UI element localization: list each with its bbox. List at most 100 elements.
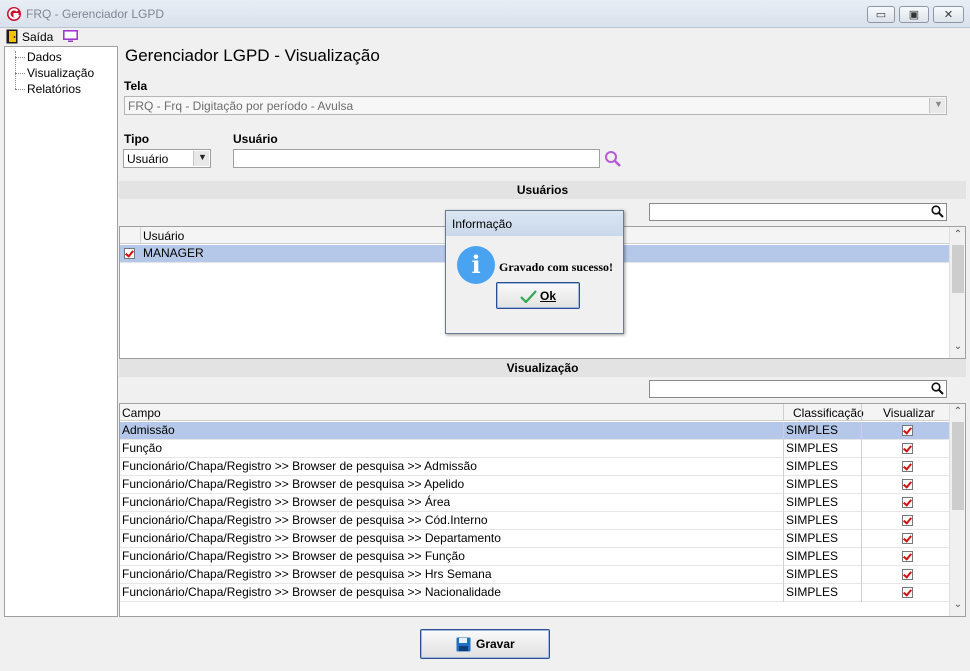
usuario-label: Usuário [233,132,278,146]
minimize-icon: ▭ [875,9,887,21]
scroll-down-icon[interactable]: ⌄ [950,341,966,352]
table-row[interactable]: Admissão SIMPLES [120,422,949,440]
tree-item-relatorios[interactable]: Relatórios [27,82,81,96]
campo-cell: Funcionário/Chapa/Registro >> Browser de… [122,531,501,545]
tela-select[interactable]: FRQ - Frq - Digitação por período - Avul… [124,96,947,115]
exit-door-icon[interactable] [6,29,18,44]
tipo-label: Tipo [124,132,150,146]
tela-label: Tela [124,79,148,93]
visualizar-checkbox[interactable] [902,479,913,490]
visualizar-checkbox[interactable] [902,569,913,580]
scroll-thumb[interactable] [952,245,964,293]
visual-section-header: Visualização [119,359,966,377]
classificacao-cell: SIMPLES [786,477,839,491]
classificacao-cell: SIMPLES [786,531,839,545]
tree-connector [15,73,25,74]
maximize-icon: ▣ [908,9,920,21]
scroll-up-icon[interactable]: ⌃ [950,229,966,240]
scroll-down-icon[interactable]: ⌄ [950,599,966,610]
tipo-select[interactable]: Usuário ▼ [123,149,211,168]
close-icon: ✕ [943,9,954,21]
table-row[interactable]: Funcionário/Chapa/Registro >> Browser de… [120,458,949,476]
classificacao-cell: SIMPLES [786,549,839,563]
maximize-button[interactable]: ▣ [899,6,929,23]
campo-cell: Funcionário/Chapa/Registro >> Browser de… [122,459,477,473]
dialog-title: Informação [452,217,513,231]
classificacao-cell: SIMPLES [786,423,839,437]
column-visualizar[interactable]: Visualizar [883,406,935,420]
visualizar-checkbox[interactable] [902,587,913,598]
visualizar-checkbox[interactable] [902,497,913,508]
classificacao-cell: SIMPLES [786,459,839,473]
visualizar-checkbox[interactable] [902,515,913,526]
chevron-down-icon: ▼ [198,152,207,162]
users-search-input[interactable] [649,203,947,221]
table-row[interactable]: Funcionário/Chapa/Registro >> Browser de… [120,494,949,512]
navigation-tree: Dados Visualização Relatórios [4,46,118,617]
app-logo-icon [7,7,21,21]
table-row[interactable]: Funcionário/Chapa/Registro >> Browser de… [120,476,949,494]
classificacao-cell: SIMPLES [786,513,839,527]
dialog-title-bar: Informação [446,211,623,236]
search-icon[interactable] [604,150,622,168]
exit-menu-item[interactable]: Saída [22,30,53,44]
visualizar-checkbox[interactable] [902,443,913,454]
information-dialog: Informação i Gravado com sucesso! Ok [445,210,624,334]
visual-grid: Campo Classificação Visualizar Admissão S… [119,403,966,617]
window-title: FRQ - Gerenciador LGPD [26,7,165,21]
users-section-header: Usuários [119,181,966,199]
chevron-down-icon: ▼ [934,99,943,109]
usuario-input[interactable] [233,149,600,168]
save-button[interactable]: Gravar [420,629,550,659]
table-row[interactable]: Funcionário/Chapa/Registro >> Browser de… [120,530,949,548]
user-name-cell: MANAGER [143,246,204,260]
search-icon[interactable] [931,382,944,395]
monitor-icon[interactable] [63,30,78,43]
checkmark-icon [520,290,537,303]
table-row[interactable]: Funcionário/Chapa/Registro >> Browser de… [120,566,949,584]
column-classificacao[interactable]: Classificação [793,406,864,420]
floppy-disk-icon [456,637,471,652]
visual-scrollbar[interactable]: ⌃ ⌄ [949,404,965,616]
visualizar-checkbox[interactable] [902,425,913,436]
tree-connector [15,57,25,58]
visual-search-input[interactable] [649,380,947,398]
ok-button[interactable]: Ok [496,282,580,309]
search-icon[interactable] [931,205,944,218]
save-button-label: Gravar [476,637,515,651]
classificacao-cell: SIMPLES [786,567,839,581]
campo-cell: Funcionário/Chapa/Registro >> Browser de… [122,495,451,509]
tree-item-visualizacao[interactable]: Visualização [27,66,94,80]
users-column-usuario[interactable]: Usuário [143,229,184,243]
menu-bar [0,28,970,46]
visualizar-checkbox[interactable] [902,461,913,472]
tree-connector [15,89,25,90]
page-title: Gerenciador LGPD - Visualização [125,46,380,65]
dialog-message: Gravado com sucesso! [499,260,613,274]
close-button[interactable]: ✕ [933,6,964,23]
table-row[interactable]: Funcionário/Chapa/Registro >> Browser de… [120,548,949,566]
classificacao-cell: SIMPLES [786,495,839,509]
campo-cell: Funcionário/Chapa/Registro >> Browser de… [122,477,465,491]
campo-cell: Funcionário/Chapa/Registro >> Browser de… [122,549,465,563]
column-campo[interactable]: Campo [122,406,161,420]
campo-cell: Admissão [122,423,175,437]
visualizar-checkbox[interactable] [902,551,913,562]
table-row[interactable]: Função SIMPLES [120,440,949,458]
scroll-up-icon[interactable]: ⌃ [950,406,966,417]
info-icon: i [457,246,495,284]
campo-cell: Funcionário/Chapa/Registro >> Browser de… [122,513,488,527]
table-row[interactable]: Funcionário/Chapa/Registro >> Browser de… [120,584,949,602]
classificacao-cell: SIMPLES [786,441,839,455]
table-row[interactable]: Funcionário/Chapa/Registro >> Browser de… [120,512,949,530]
tree-item-dados[interactable]: Dados [27,50,62,64]
tela-dropdown-button[interactable]: ▼ [929,98,945,113]
campo-cell: Funcionário/Chapa/Registro >> Browser de… [122,567,492,581]
visualizar-checkbox[interactable] [902,533,913,544]
minimize-button[interactable]: ▭ [867,6,895,23]
row-checkbox[interactable] [124,248,135,259]
tipo-dropdown-button[interactable]: ▼ [193,151,209,166]
ok-button-label: Ok [540,289,557,303]
users-scrollbar[interactable]: ⌃ ⌄ [949,227,965,358]
scroll-thumb[interactable] [952,422,964,510]
